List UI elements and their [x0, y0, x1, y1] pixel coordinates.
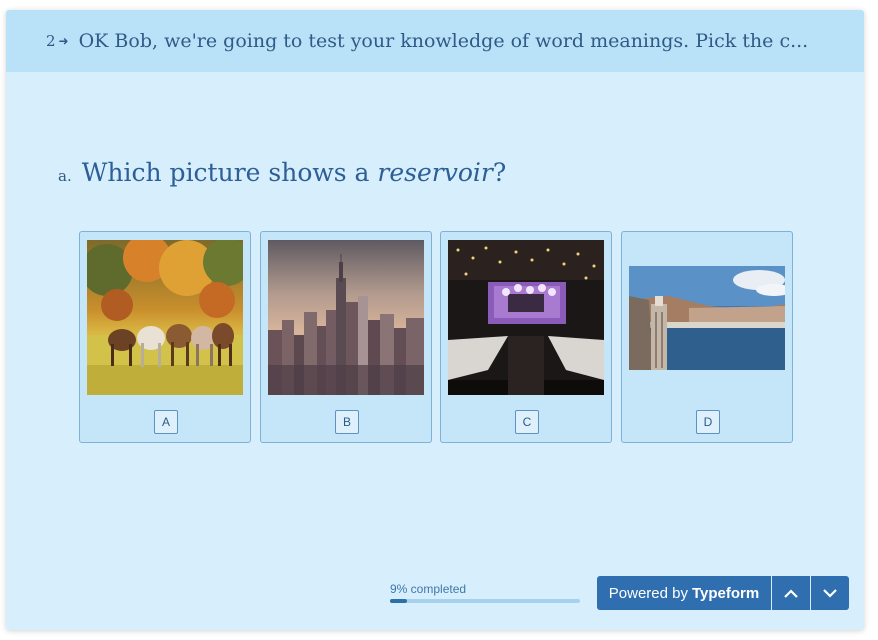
question-prefix: Which picture shows a — [81, 158, 378, 187]
chevron-up-icon — [784, 588, 798, 598]
typeform-brand: Typeform — [691, 584, 760, 602]
arrow-right-icon: ➜ — [58, 34, 69, 48]
question-suffix: ? — [492, 158, 507, 187]
powered-by-label: Powered by — [608, 584, 688, 602]
question: a. Which picture shows a reservoir? — [58, 158, 506, 187]
powered-by-typeform-button[interactable]: Powered by Typeform — [597, 576, 771, 610]
choice-b[interactable]: B — [260, 231, 432, 443]
question-letter: a. — [58, 167, 72, 185]
next-button[interactable] — [811, 576, 849, 610]
header-question-text: OK Bob, we're going to test your knowled… — [78, 30, 809, 52]
reservoir-picture — [629, 240, 785, 395]
progress-track — [390, 599, 580, 603]
choice-key-a[interactable]: A — [154, 410, 178, 434]
progress-label: 9% completed — [390, 582, 467, 596]
chevron-down-icon — [823, 588, 837, 598]
city-skyline-picture — [268, 240, 424, 395]
progress-fill — [390, 599, 408, 603]
question-number-text: 2 — [46, 32, 56, 50]
choice-key-b[interactable]: B — [335, 410, 359, 434]
question-number: 2 ➜ — [46, 32, 69, 50]
previous-button[interactable] — [772, 576, 810, 610]
previous-question-header[interactable]: 2 ➜ OK Bob, we're going to test your kno… — [6, 10, 864, 72]
progress: 9% completed — [390, 582, 582, 603]
choice-a[interactable]: A — [79, 231, 251, 443]
question-text: Which picture shows a reservoir? — [82, 158, 507, 187]
choice-key-c[interactable]: C — [515, 410, 539, 434]
horses-picture — [87, 240, 243, 395]
navigation-bar: Powered by Typeform — [597, 576, 849, 610]
question-emphasis: reservoir — [377, 158, 493, 187]
choice-key-d[interactable]: D — [696, 410, 720, 434]
choice-d[interactable]: D — [621, 231, 793, 443]
restaurant-picture — [448, 240, 604, 395]
form-card: 2 ➜ OK Bob, we're going to test your kno… — [6, 10, 864, 630]
choice-c[interactable]: C — [440, 231, 612, 443]
